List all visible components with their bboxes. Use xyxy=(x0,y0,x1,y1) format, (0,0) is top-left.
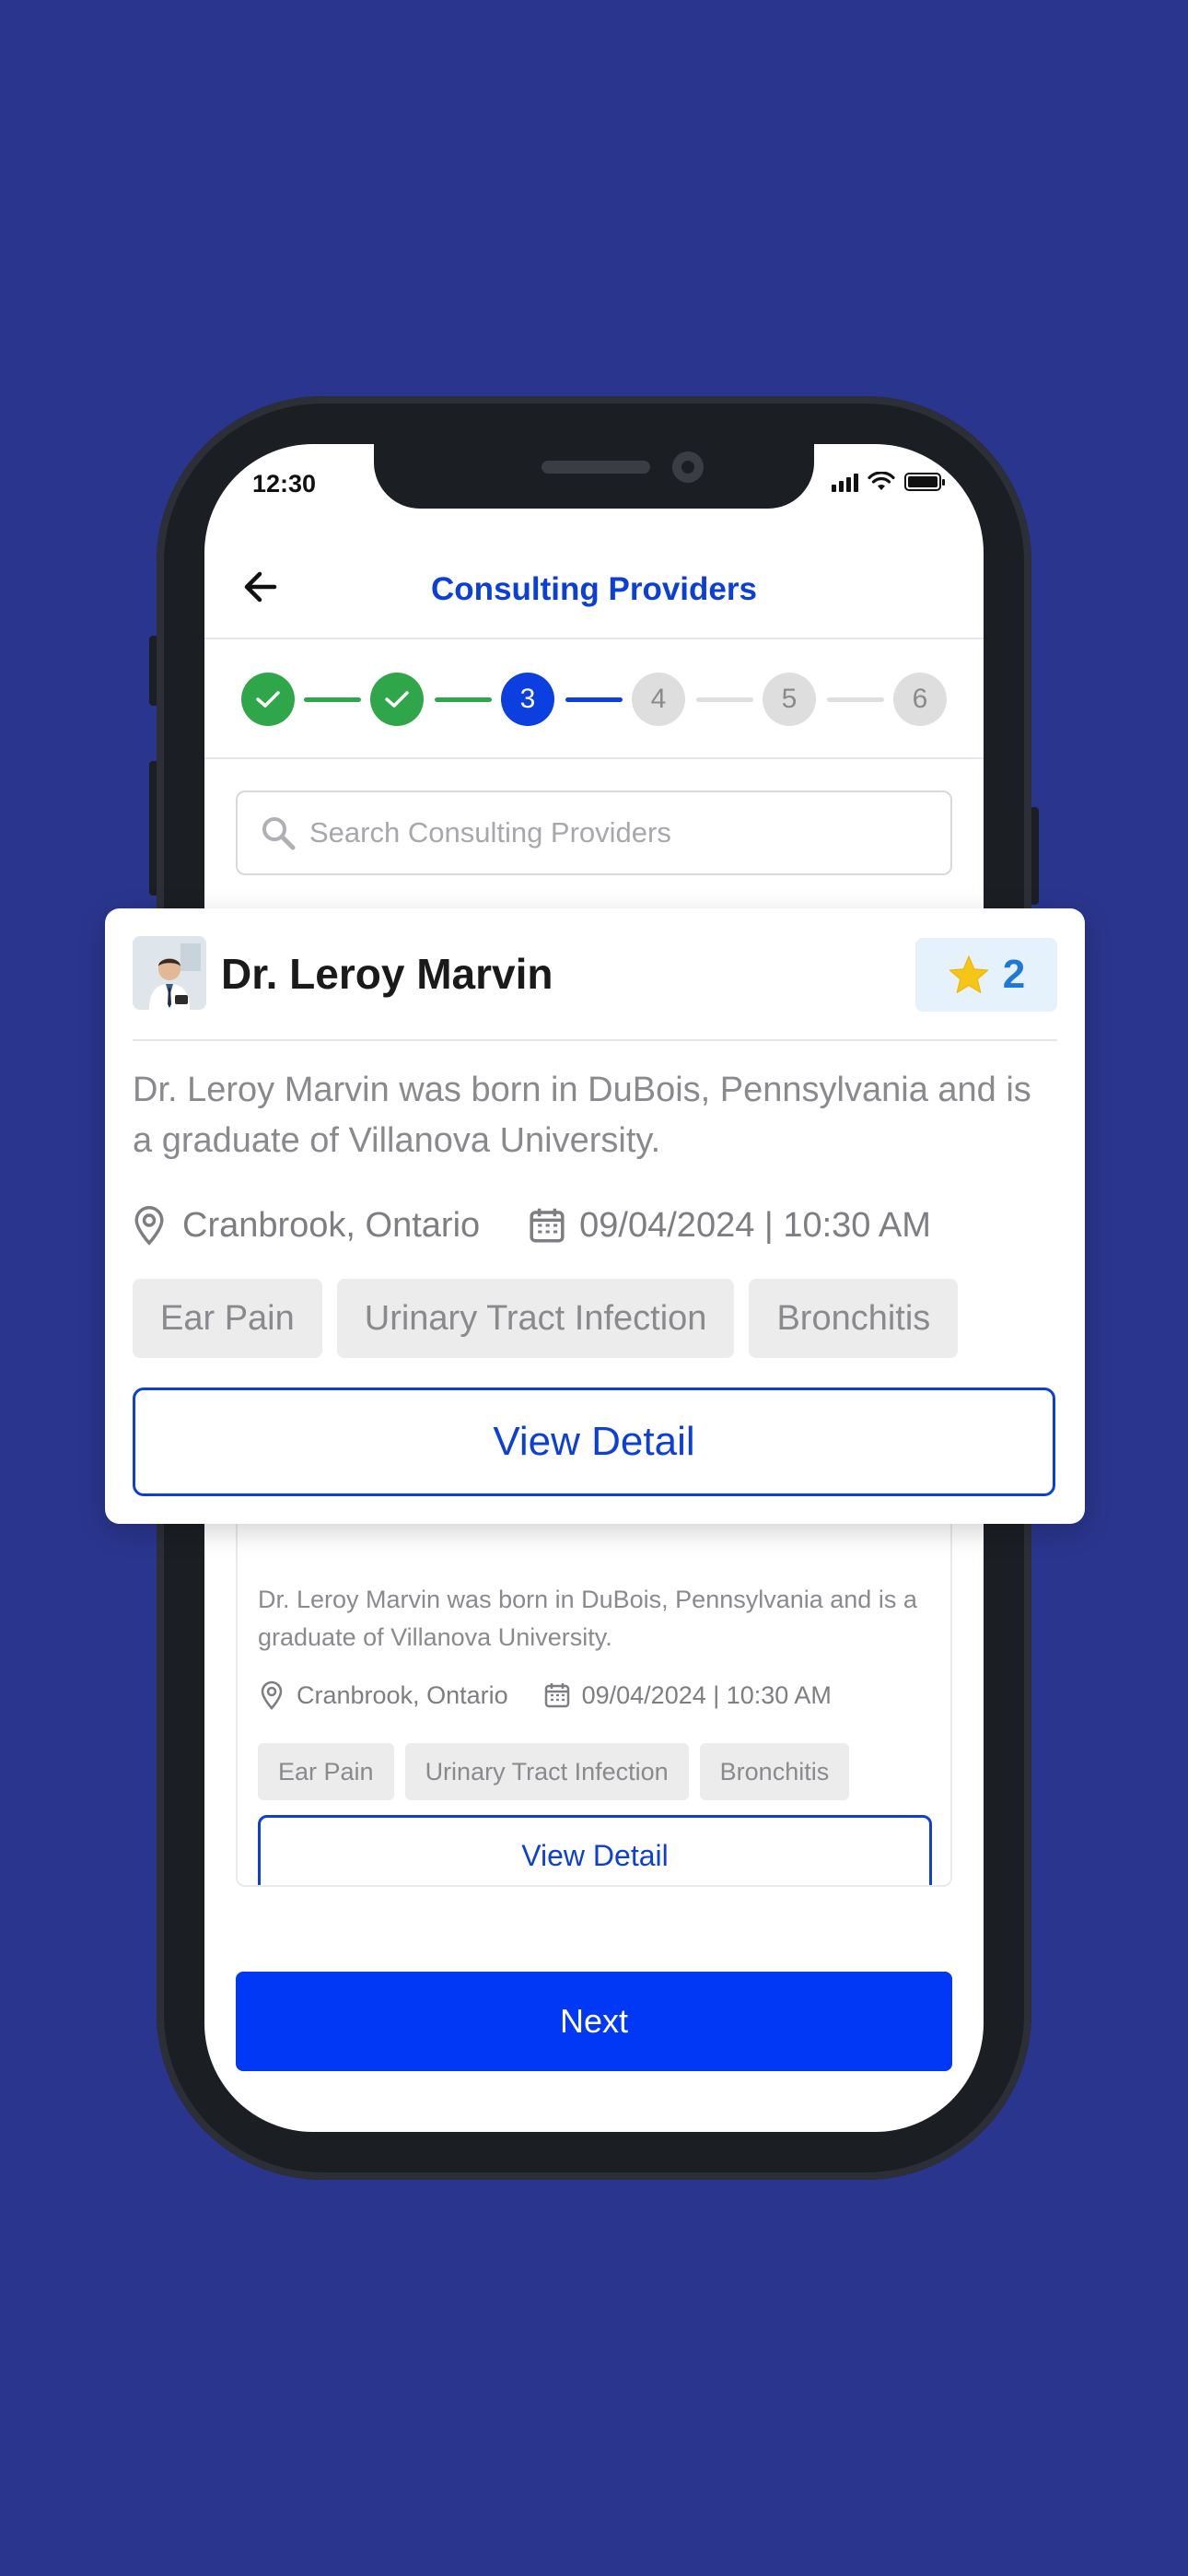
step-2 xyxy=(370,673,424,726)
calendar-icon xyxy=(544,1683,569,1708)
tag-ear-pain: Ear Pain xyxy=(258,1743,394,1800)
page-title: Consulting Providers xyxy=(431,571,757,607)
notch xyxy=(374,444,814,509)
avatar xyxy=(133,936,206,1010)
signal-icon xyxy=(832,472,858,492)
provider-datetime: 09/04/2024 | 10:30 AM xyxy=(579,1205,931,1245)
step-1 xyxy=(241,673,295,726)
battery-icon xyxy=(904,473,945,491)
progress-stepper: 3 4 5 6 xyxy=(204,639,984,759)
check-icon xyxy=(385,691,409,708)
step-connector xyxy=(304,697,361,702)
tag-urinary-tract-infection: Urinary Tract Infection xyxy=(336,1279,735,1358)
provider-meta: Cranbrook, Ontario 09/04/2024 | 10:30 AM xyxy=(260,1680,832,1710)
provider-description: Dr. Leroy Marvin was born in DuBois, Pen… xyxy=(258,1586,917,1651)
location-pin-icon xyxy=(134,1206,164,1246)
tag-ear-pain: Ear Pain xyxy=(133,1279,322,1358)
provider-location: Cranbrook, Ontario xyxy=(297,1680,508,1709)
rating-value: 2 xyxy=(1002,952,1026,997)
status-icons xyxy=(832,472,945,492)
view-detail-button[interactable]: View Detail xyxy=(258,1815,932,1885)
app-header: Consulting Providers xyxy=(204,536,984,639)
tag-urinary-tract-infection: Urinary Tract Infection xyxy=(404,1743,689,1800)
step-4: 4 xyxy=(632,673,685,726)
status-time: 12:30 xyxy=(252,470,317,498)
camera xyxy=(672,451,704,483)
provider-card: Dr. Leroy Marvin 2 Dr. Leroy Marvin was … xyxy=(105,908,1085,1524)
view-detail-button[interactable]: View Detail xyxy=(133,1388,1055,1496)
step-connector xyxy=(827,697,884,702)
doctor-avatar-image xyxy=(133,936,206,1010)
provider-datetime: 09/04/2024 | 10:30 AM xyxy=(581,1680,832,1709)
provider-tags: Ear Pain Urinary Tract Infection Bronchi… xyxy=(258,1743,850,1800)
wifi-icon xyxy=(868,472,895,490)
calendar-icon xyxy=(530,1208,565,1243)
step-connector xyxy=(565,697,623,702)
star-icon xyxy=(949,955,988,993)
next-button[interactable]: Next xyxy=(236,1972,952,2071)
location-pin-icon xyxy=(261,1680,283,1710)
check-icon xyxy=(256,691,280,708)
tag-bronchitis: Bronchitis xyxy=(749,1279,959,1358)
divider xyxy=(133,1039,1057,1041)
provider-name: Dr. Leroy Marvin xyxy=(221,950,553,998)
rating-badge: 2 xyxy=(915,938,1057,1012)
speaker xyxy=(542,461,650,474)
provider-tags: Ear Pain Urinary Tract Infection Bronchi… xyxy=(133,1279,959,1358)
step-3: 3 xyxy=(501,673,554,726)
provider-description: Dr. Leroy Marvin was born in DuBois, Pen… xyxy=(133,1071,1031,1160)
step-connector xyxy=(435,697,492,702)
provider-location: Cranbrook, Ontario xyxy=(182,1205,481,1245)
search-icon xyxy=(262,817,296,850)
step-5: 5 xyxy=(763,673,816,726)
tag-bronchitis: Bronchitis xyxy=(699,1743,850,1800)
step-connector xyxy=(696,697,753,702)
provider-meta: Cranbrook, Ontario 09/04/2024 | 10:30 AM xyxy=(133,1205,931,1246)
search-placeholder: Search Consulting Providers xyxy=(309,816,671,849)
step-6: 6 xyxy=(893,673,947,726)
search-input[interactable]: Search Consulting Providers xyxy=(236,790,952,875)
